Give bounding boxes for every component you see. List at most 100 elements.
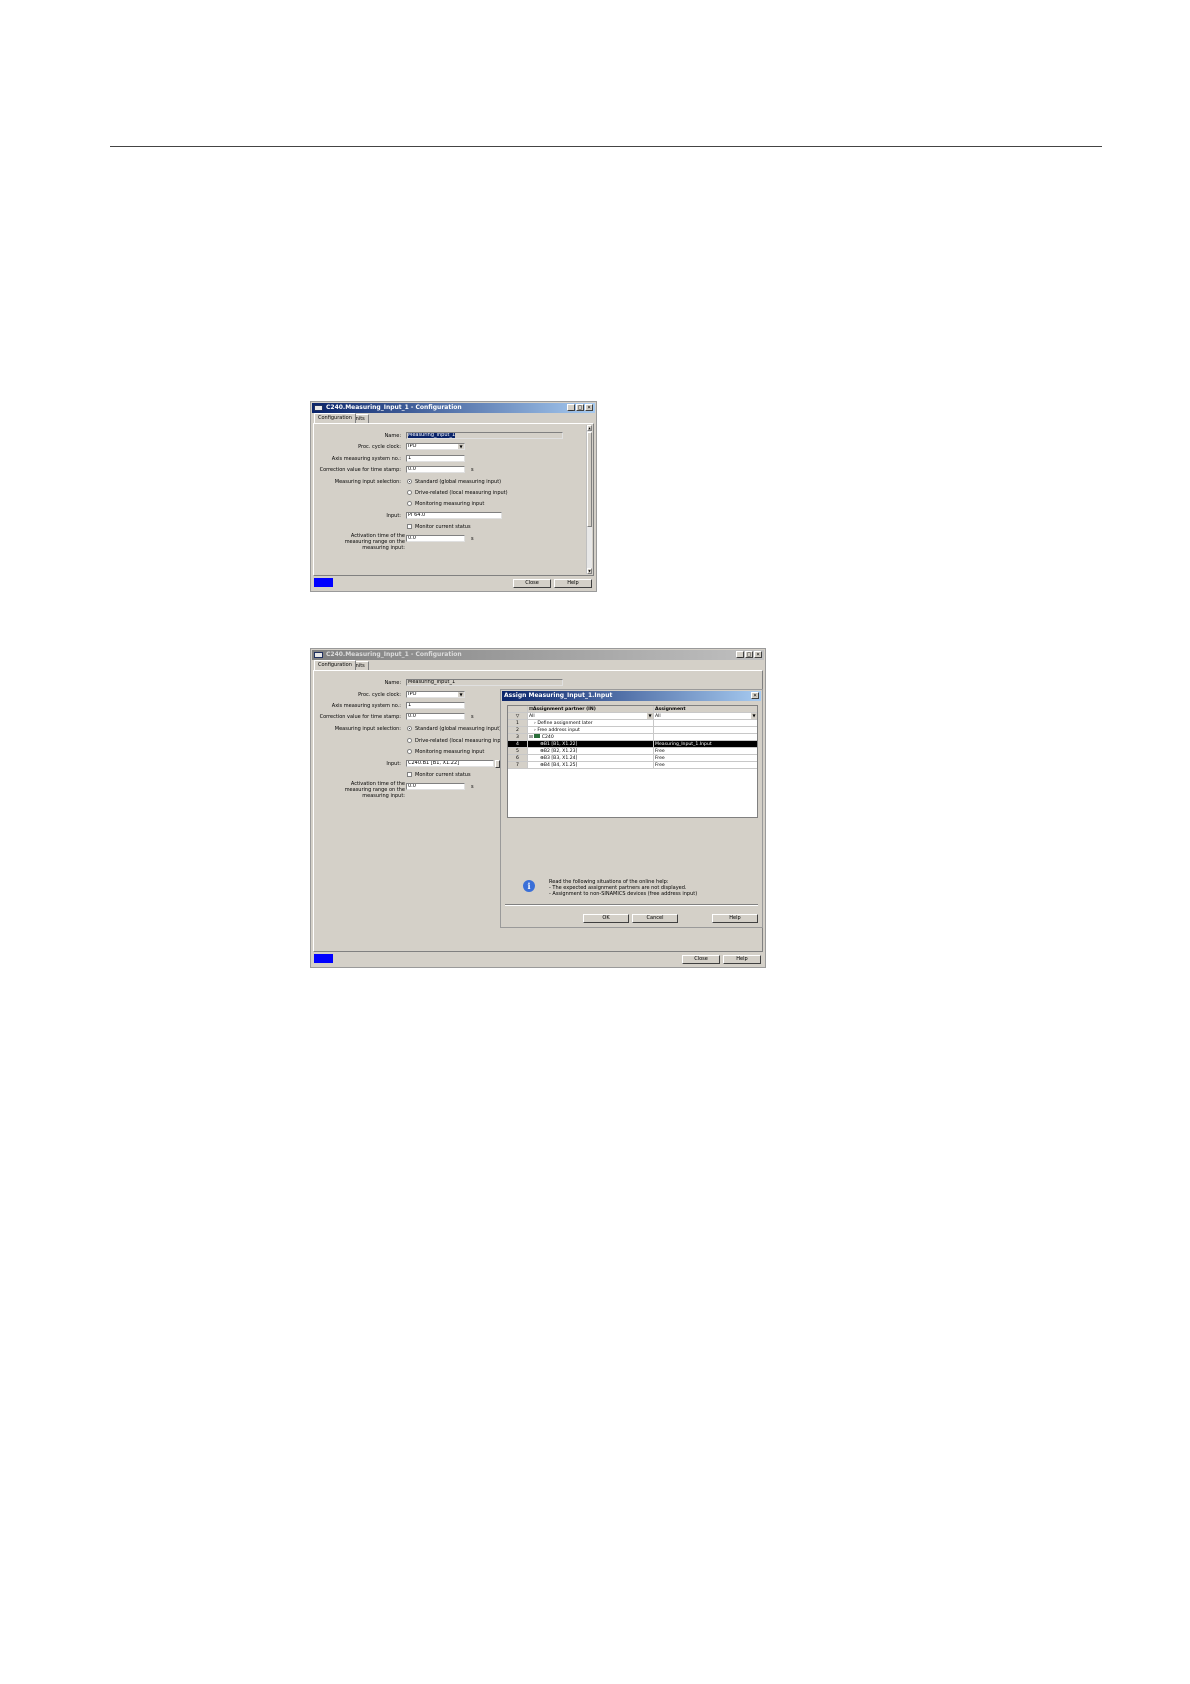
proc-cycle-dropdown[interactable]: IPO ▼ bbox=[406, 443, 465, 450]
column-header-assignment[interactable]: Assignment bbox=[654, 706, 757, 712]
assignment-cell: Measuring_Input_1.Input bbox=[655, 742, 712, 747]
title-bar[interactable]: C240.Measuring_Input_1 - Configuration _… bbox=[312, 650, 764, 660]
table-header: ⊟Assignment partner (IN) Assignment bbox=[508, 706, 757, 713]
row-number: 6 bbox=[508, 755, 528, 761]
input-field[interactable]: C240.B1 [B1, X1.22] bbox=[406, 760, 494, 767]
table-row[interactable]: 6 ⊕B3 [B3, X1.24] Free bbox=[508, 755, 757, 762]
maximize-icon[interactable]: □ bbox=[745, 651, 753, 658]
table-row[interactable]: 3 ⊟ C240 bbox=[508, 734, 757, 741]
close-button[interactable]: Close bbox=[682, 955, 720, 964]
radio-standard[interactable] bbox=[407, 479, 412, 484]
tab-configuration[interactable]: Configuration bbox=[314, 660, 356, 670]
radio-standard[interactable] bbox=[407, 726, 412, 731]
correction-label: Correction value for time stamp: bbox=[319, 467, 401, 473]
help-button[interactable]: Help bbox=[554, 579, 592, 588]
collapse-icon[interactable]: ⊟ bbox=[529, 735, 533, 740]
assign-dialog: Assign Measuring_Input_1.Input × ⊟Assign… bbox=[500, 689, 763, 928]
info-line-3: - Assignment to non-SINAMICS devices (fr… bbox=[549, 891, 698, 897]
help-button[interactable]: Help bbox=[723, 955, 761, 964]
scroll-down-icon[interactable]: ▼ bbox=[587, 568, 592, 574]
axis-measuring-field[interactable]: 1 bbox=[406, 702, 465, 709]
assign-title-bar[interactable]: Assign Measuring_Input_1.Input × bbox=[502, 691, 761, 701]
cancel-button[interactable]: Cancel bbox=[632, 914, 678, 923]
selection-label: Measuring input selection: bbox=[334, 726, 401, 732]
monitor-checkbox[interactable] bbox=[407, 524, 412, 529]
radio-monitoring[interactable] bbox=[407, 749, 412, 754]
scroll-thumb[interactable] bbox=[587, 432, 592, 527]
partner-cell: › Define assignment later bbox=[528, 720, 654, 726]
radio-drive-related[interactable] bbox=[407, 738, 412, 743]
table-row-selected[interactable]: 4 ⊕B1 [B1, X1.22] Measuring_Input_1.Inpu… bbox=[508, 741, 757, 748]
radio-monitoring[interactable] bbox=[407, 501, 412, 506]
filter-assignment[interactable]: All ▼ bbox=[654, 713, 757, 719]
assign-title: Assign Measuring_Input_1.Input bbox=[504, 692, 613, 699]
window-title: C240.Measuring_Input_1 - Configuration bbox=[326, 651, 462, 658]
table-row[interactable]: 2 › Free address input bbox=[508, 727, 757, 734]
device-icon bbox=[534, 734, 541, 738]
close-icon[interactable]: × bbox=[751, 692, 759, 699]
correction-field[interactable]: 0.0 bbox=[406, 713, 465, 720]
app-icon bbox=[314, 405, 323, 411]
app-icon bbox=[314, 652, 323, 658]
correction-label: Correction value for time stamp: bbox=[319, 714, 401, 720]
activation-unit: s bbox=[471, 536, 474, 542]
partner-cell: ⊕B3 [B3, X1.24] bbox=[528, 755, 654, 761]
minimize-icon[interactable]: _ bbox=[736, 651, 744, 658]
name-label: Name: bbox=[384, 433, 401, 439]
vertical-scrollbar[interactable]: ▲ ▼ bbox=[586, 425, 592, 574]
correction-field[interactable]: 0.0 bbox=[406, 466, 465, 473]
minimize-icon[interactable]: _ bbox=[567, 404, 575, 411]
assignment-cell bbox=[654, 734, 757, 740]
proc-cycle-label: Proc. cycle clock: bbox=[358, 444, 401, 450]
row-number: 7 bbox=[508, 762, 528, 768]
table-row[interactable]: 1 › Define assignment later bbox=[508, 720, 757, 727]
partner-cell: ⊕B2 [B2, X1.23] bbox=[528, 748, 654, 754]
maximize-icon[interactable]: □ bbox=[576, 404, 584, 411]
row-number: 3 bbox=[508, 734, 528, 740]
close-button[interactable]: Close bbox=[513, 579, 551, 588]
tab-configuration[interactable]: Configuration bbox=[314, 413, 356, 423]
input-field[interactable]: PI 64.0 bbox=[406, 512, 502, 519]
button-separator bbox=[505, 904, 758, 906]
table-row[interactable]: 7 ⊕B4 [B4, X1.25] Free bbox=[508, 762, 757, 769]
assignment-table: ⊟Assignment partner (IN) Assignment ▽ Al… bbox=[507, 705, 758, 818]
activation-field[interactable]: 0.0 bbox=[406, 535, 465, 542]
name-field[interactable]: Measuring_Input_1 bbox=[406, 432, 563, 439]
status-indicator bbox=[314, 954, 333, 963]
name-field[interactable]: Measuring_Input_1 bbox=[406, 679, 563, 686]
chevron-down-icon[interactable]: ▼ bbox=[750, 713, 757, 719]
radio-monitoring-label: Monitoring measuring input bbox=[415, 501, 485, 507]
activation-label: Activation time of the measuring range o… bbox=[344, 533, 405, 551]
radio-standard-label: Standard (global measuring input) bbox=[415, 479, 502, 485]
partner-cell: ⊕B1 [B1, X1.22] bbox=[528, 741, 654, 747]
radio-drive-related-label: Drive-related (local measuring input) bbox=[415, 490, 508, 496]
column-header-partner[interactable]: ⊟Assignment partner (IN) bbox=[528, 706, 654, 712]
scroll-up-icon[interactable]: ▲ bbox=[587, 425, 592, 431]
chevron-down-icon[interactable]: ▼ bbox=[457, 444, 464, 449]
status-indicator bbox=[314, 578, 333, 587]
header-corner bbox=[508, 706, 528, 712]
monitor-label: Monitor current status bbox=[415, 772, 471, 778]
proc-cycle-dropdown[interactable]: IPO ▼ bbox=[406, 691, 465, 698]
activation-field[interactable]: 0.0 bbox=[406, 783, 465, 790]
help-button[interactable]: Help bbox=[712, 914, 758, 923]
radio-drive-related-label: Drive-related (local measuring input) bbox=[415, 738, 508, 744]
input-label: Input: bbox=[386, 513, 401, 519]
name-label: Name: bbox=[384, 680, 401, 686]
info-icon: i bbox=[523, 880, 535, 892]
row-number: 1 bbox=[508, 720, 528, 726]
arrow-icon: › bbox=[534, 721, 536, 726]
ok-button[interactable]: OK bbox=[583, 914, 629, 923]
radio-drive-related[interactable] bbox=[407, 490, 412, 495]
chevron-down-icon[interactable]: ▼ bbox=[646, 713, 653, 719]
chevron-down-icon[interactable]: ▼ bbox=[457, 692, 464, 697]
close-icon[interactable]: × bbox=[754, 651, 762, 658]
table-row[interactable]: 5 ⊕B2 [B2, X1.23] Free bbox=[508, 748, 757, 755]
close-icon[interactable]: × bbox=[585, 404, 593, 411]
activation-unit: s bbox=[471, 784, 474, 790]
title-bar[interactable]: C240.Measuring_Input_1 - Configuration _… bbox=[312, 403, 595, 413]
axis-measuring-field[interactable]: 1 bbox=[406, 455, 465, 462]
monitor-label: Monitor current status bbox=[415, 524, 471, 530]
filter-partner[interactable]: All ▼ bbox=[528, 713, 654, 719]
monitor-checkbox[interactable] bbox=[407, 772, 412, 777]
